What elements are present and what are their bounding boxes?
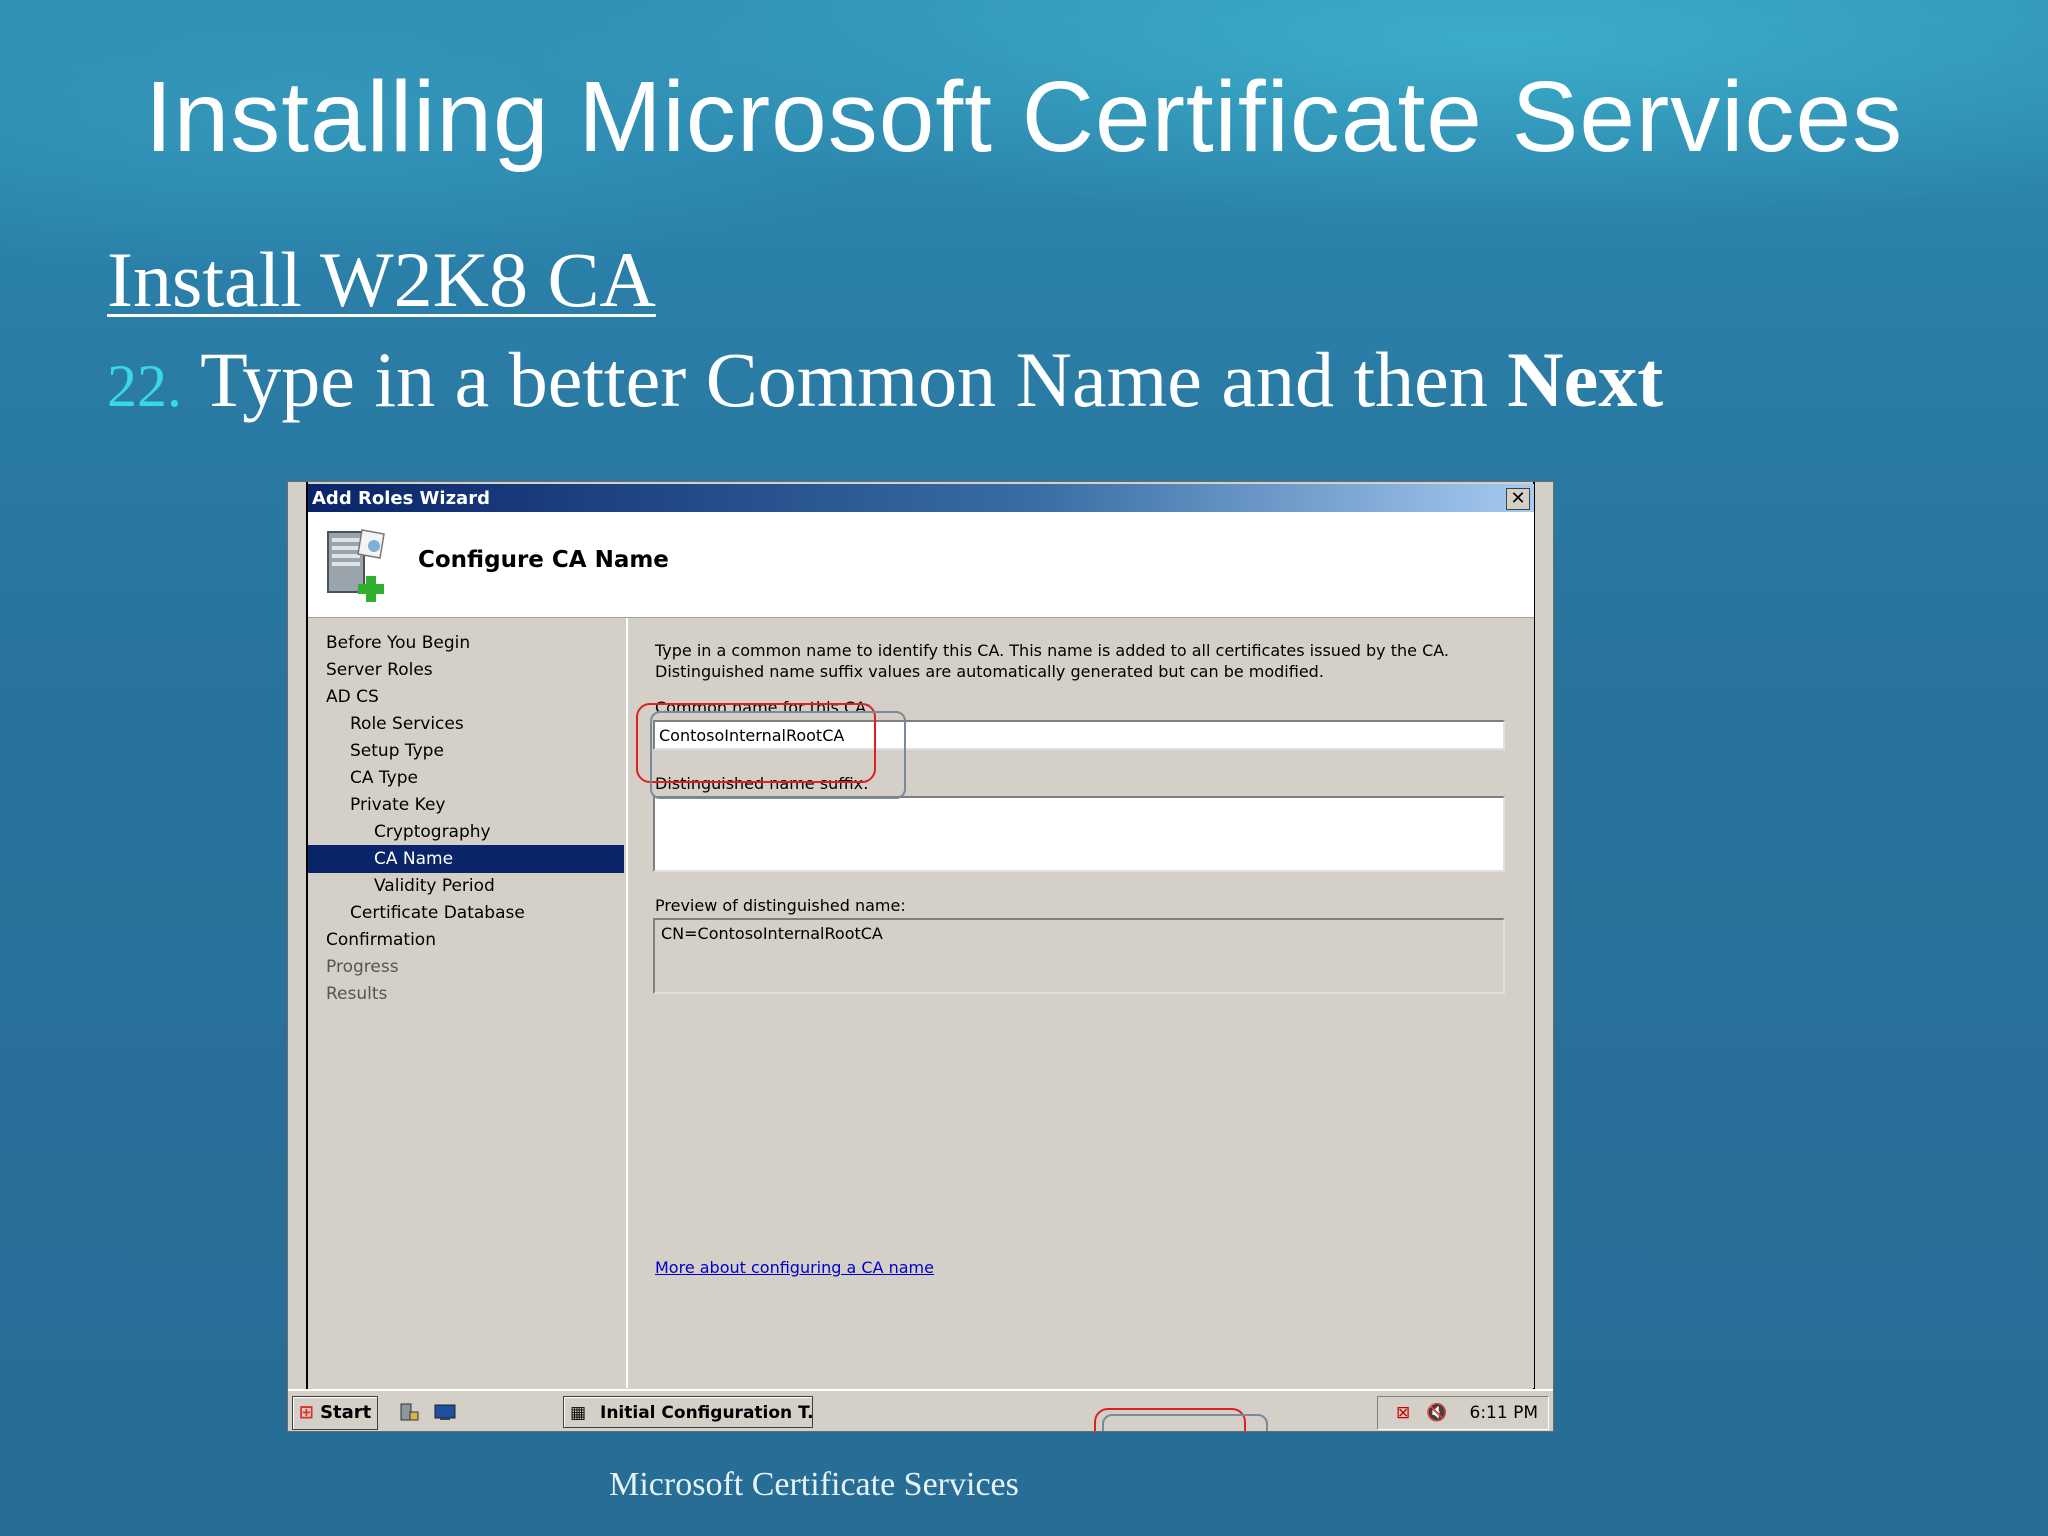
slide-title: Installing Microsoft Certificate Service…	[144, 61, 1904, 173]
description-text: Type in a common name to identify this C…	[655, 641, 1449, 681]
step-emphasis: Next	[1507, 336, 1664, 423]
dn-suffix-input[interactable]	[653, 796, 1505, 872]
nav-before-you-begin[interactable]: Before You Begin	[308, 629, 644, 657]
task-window-icon: ▦	[570, 1403, 587, 1423]
volume-muted-icon[interactable]: 🔇	[1426, 1397, 1447, 1429]
nav-results: Results	[326, 984, 388, 1004]
help-link[interactable]: More about configuring a CA name	[655, 1258, 934, 1277]
wizard-nav: Before You Begin Server Roles AD CS Role…	[308, 618, 628, 1388]
preview-label: Preview of distinguished name:	[655, 896, 906, 915]
dn-suffix-label: Distinguished name suffix:	[655, 774, 869, 793]
nav-server-roles[interactable]: Server Roles	[308, 656, 644, 684]
nav-setup-type[interactable]: Setup Type	[308, 737, 668, 765]
slide-footer: Microsoft Certificate Services	[609, 1466, 1019, 1503]
wizard-screenshot: Add Roles Wizard ✕ Configure CA Name Bef…	[287, 481, 1554, 1432]
nav-progress: Progress	[326, 957, 399, 977]
show-desktop-icon[interactable]	[434, 1402, 456, 1422]
server-add-icon	[327, 529, 385, 602]
taskbar: ⊞ Start ▦ Initial Configuration T... ⊠ 🔇 …	[288, 1389, 1553, 1431]
wizard-content: Type in a common name to identify this C…	[628, 618, 1534, 1388]
window-titlebar[interactable]: Add Roles Wizard ✕	[308, 484, 1534, 512]
system-tray: ⊠ 🔇 6:11 PM	[1377, 1396, 1549, 1430]
start-button[interactable]: ⊞ Start	[292, 1396, 378, 1430]
task-label: Initial Configuration T...	[600, 1403, 813, 1423]
nav-confirmation[interactable]: Confirmation	[308, 926, 644, 954]
page-title: Configure CA Name	[418, 547, 669, 573]
nav-ca-type[interactable]: CA Type	[308, 764, 668, 792]
start-label: Start	[320, 1402, 372, 1423]
window-left-edge	[288, 482, 308, 1431]
common-name-input[interactable]	[653, 720, 1505, 750]
window-title: Add Roles Wizard	[312, 488, 490, 509]
nav-ca-name[interactable]: CA Name	[308, 845, 624, 873]
wizard-header: Configure CA Name	[308, 512, 1534, 618]
step-instruction: 22. Type in a better Common Name and the…	[107, 335, 1663, 425]
server-manager-icon[interactable]	[398, 1402, 420, 1422]
close-button[interactable]: ✕	[1506, 488, 1530, 510]
nav-role-services[interactable]: Role Services	[308, 710, 668, 738]
network-error-icon[interactable]: ⊠	[1396, 1397, 1410, 1429]
dn-preview-box: CN=ContosoInternalRootCA	[653, 918, 1505, 994]
windows-logo-icon: ⊞	[298, 1402, 314, 1423]
nav-ad-cs[interactable]: AD CS	[308, 683, 644, 711]
taskbar-item-initial-configuration[interactable]: ▦ Initial Configuration T...	[563, 1396, 813, 1428]
common-name-label: Common name for this CA:	[655, 698, 872, 717]
step-text: Type in a better Common Name and then	[182, 336, 1508, 423]
step-number: 22.	[107, 353, 182, 419]
window-scrollbar[interactable]	[1533, 482, 1553, 1431]
slide-subtitle: Install W2K8 CA	[107, 236, 656, 323]
nav-certificate-database[interactable]: Certificate Database	[308, 899, 668, 927]
nav-private-key[interactable]: Private Key	[308, 791, 668, 819]
clock[interactable]: 6:11 PM	[1470, 1397, 1539, 1429]
